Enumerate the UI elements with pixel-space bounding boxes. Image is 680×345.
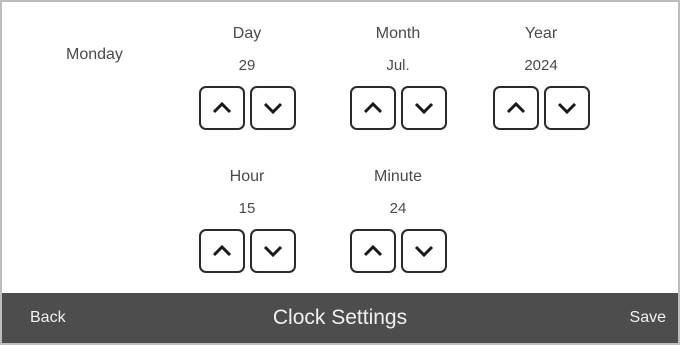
minute-label: Minute [373, 168, 423, 185]
chevron-up-icon [212, 101, 231, 114]
day-decrement-button[interactable] [249, 86, 296, 130]
month-label: Month [375, 25, 421, 42]
minute-value: 24 [389, 200, 407, 217]
day-value: 29 [238, 57, 256, 74]
year-label: Year [524, 25, 558, 42]
bottom-bar: Back Clock Settings Save [2, 293, 678, 343]
hour-increment-button[interactable] [198, 229, 245, 273]
day-field: Day 29 [195, 24, 299, 130]
chevron-up-icon [212, 244, 231, 257]
clock-settings-screen: Monday Day 29 Month Jul. Year 2024 Hour … [0, 0, 680, 345]
year-increment-button[interactable] [492, 86, 539, 130]
minute-stepper [346, 229, 450, 273]
month-increment-button[interactable] [349, 86, 396, 130]
hour-decrement-button[interactable] [249, 229, 296, 273]
hour-value: 15 [238, 200, 256, 217]
month-stepper [346, 86, 450, 130]
day-label: Day [232, 25, 262, 42]
month-decrement-button[interactable] [400, 86, 447, 130]
chevron-up-icon [363, 101, 382, 114]
chevron-up-icon [506, 101, 525, 114]
day-stepper [195, 86, 299, 130]
hour-field: Hour 15 [195, 167, 299, 273]
month-value: Jul. [386, 57, 410, 74]
chevron-down-icon [263, 245, 282, 258]
page-title: Clock Settings [272, 306, 408, 329]
minute-field: Minute 24 [346, 167, 450, 273]
hour-label: Hour [229, 168, 265, 185]
chevron-up-icon [363, 244, 382, 257]
day-increment-button[interactable] [198, 86, 245, 130]
chevron-down-icon [414, 245, 433, 258]
year-field: Year 2024 [489, 24, 593, 130]
minute-increment-button[interactable] [349, 229, 396, 273]
chevron-down-icon [414, 102, 433, 115]
weekday-label: Monday [66, 46, 123, 63]
chevron-down-icon [557, 102, 576, 115]
month-field: Month Jul. [346, 24, 450, 130]
minute-decrement-button[interactable] [400, 229, 447, 273]
year-decrement-button[interactable] [543, 86, 590, 130]
save-button[interactable]: Save [630, 293, 666, 343]
year-stepper [489, 86, 593, 130]
year-value: 2024 [524, 57, 558, 74]
chevron-down-icon [263, 102, 282, 115]
hour-stepper [195, 229, 299, 273]
